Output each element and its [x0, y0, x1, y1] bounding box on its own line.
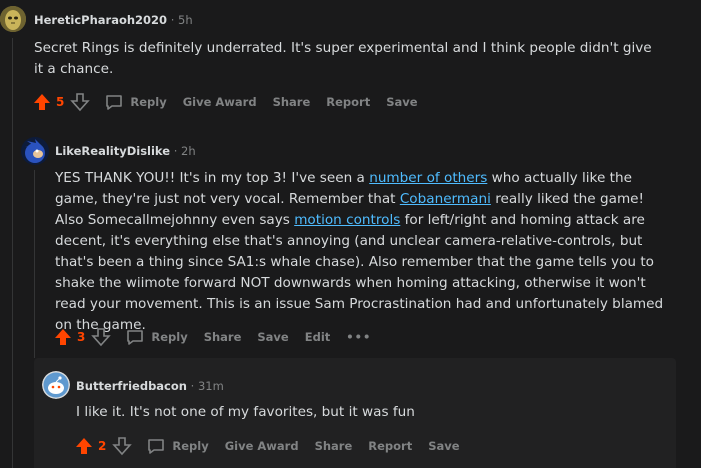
- body-text-1: YES THANK YOU!! It's in my top 3! I've s…: [55, 170, 370, 186]
- timestamp[interactable]: 2h: [181, 144, 196, 158]
- share-button[interactable]: Share: [315, 439, 353, 453]
- comment-actions: 2 Reply Give Award Share Report Save: [74, 434, 476, 458]
- vote-score: 2: [98, 439, 107, 453]
- upvote-icon[interactable]: [74, 436, 94, 456]
- comment-body: Secret Rings is definitely underrated. I…: [34, 40, 652, 77]
- body-text-4: for left/right and homing attack are dec…: [55, 212, 664, 333]
- comment-actions: 3 Reply Share Save Edit •••: [53, 325, 387, 349]
- reply-label: Reply: [172, 439, 209, 453]
- timestamp[interactable]: 31m: [198, 379, 224, 393]
- give-award-button[interactable]: Give Award: [183, 95, 257, 109]
- comment-icon: [127, 330, 144, 345]
- save-button[interactable]: Save: [386, 95, 417, 109]
- avatar[interactable]: [0, 6, 26, 32]
- downvote-icon[interactable]: [91, 327, 112, 347]
- link-motion-controls[interactable]: motion controls: [294, 212, 400, 228]
- comment-actions: 5 Reply Give Award Share Report Save: [32, 90, 434, 114]
- thread-line-2[interactable]: [34, 170, 35, 358]
- comment-body: I like it. It's not one of my favorites,…: [76, 404, 415, 420]
- edit-button[interactable]: Edit: [305, 330, 331, 344]
- username[interactable]: LikeRealityDislike: [55, 144, 170, 158]
- comment-meta: HereticPharaoh2020 · 5h: [34, 13, 193, 27]
- separator: ·: [170, 13, 175, 27]
- snoo-avatar-icon: [42, 371, 70, 399]
- report-button[interactable]: Report: [368, 439, 412, 453]
- sonic-avatar-icon: [21, 137, 49, 165]
- separator: ·: [190, 379, 195, 393]
- comment-icon: [148, 439, 165, 454]
- reply-label: Reply: [151, 330, 188, 344]
- comment-meta: Butterfriedbacon · 31m: [76, 379, 224, 393]
- username[interactable]: HereticPharaoh2020: [34, 13, 167, 27]
- timestamp[interactable]: 5h: [178, 13, 193, 27]
- vote-score: 5: [56, 95, 65, 109]
- give-award-button[interactable]: Give Award: [225, 439, 299, 453]
- vote-score: 3: [77, 330, 86, 344]
- separator: ·: [173, 144, 178, 158]
- avatar[interactable]: [21, 137, 49, 165]
- avatar[interactable]: [42, 371, 70, 399]
- share-button[interactable]: Share: [204, 330, 242, 344]
- save-button[interactable]: Save: [257, 330, 288, 344]
- link-cobanermani[interactable]: Cobanermani: [400, 191, 491, 207]
- downvote-icon[interactable]: [70, 92, 91, 112]
- more-options-icon[interactable]: •••: [346, 330, 371, 344]
- comment-body: YES THANK YOU!! It's in my top 3! I've s…: [55, 168, 673, 336]
- reply-button[interactable]: Reply: [104, 92, 167, 112]
- link-number-of-others[interactable]: number of others: [369, 170, 487, 186]
- upvote-icon[interactable]: [32, 92, 52, 112]
- reply-label: Reply: [130, 95, 167, 109]
- pharaoh-avatar-icon: [0, 6, 26, 32]
- downvote-icon[interactable]: [112, 436, 133, 456]
- comment-icon: [106, 95, 123, 110]
- save-button[interactable]: Save: [428, 439, 459, 453]
- report-button[interactable]: Report: [326, 95, 370, 109]
- reply-button[interactable]: Reply: [125, 327, 188, 347]
- thread-line-1[interactable]: [12, 38, 13, 468]
- username[interactable]: Butterfriedbacon: [76, 379, 187, 393]
- share-button[interactable]: Share: [273, 95, 311, 109]
- reply-button[interactable]: Reply: [146, 436, 209, 456]
- comment-meta: LikeRealityDislike · 2h: [55, 144, 196, 158]
- upvote-icon[interactable]: [53, 327, 73, 347]
